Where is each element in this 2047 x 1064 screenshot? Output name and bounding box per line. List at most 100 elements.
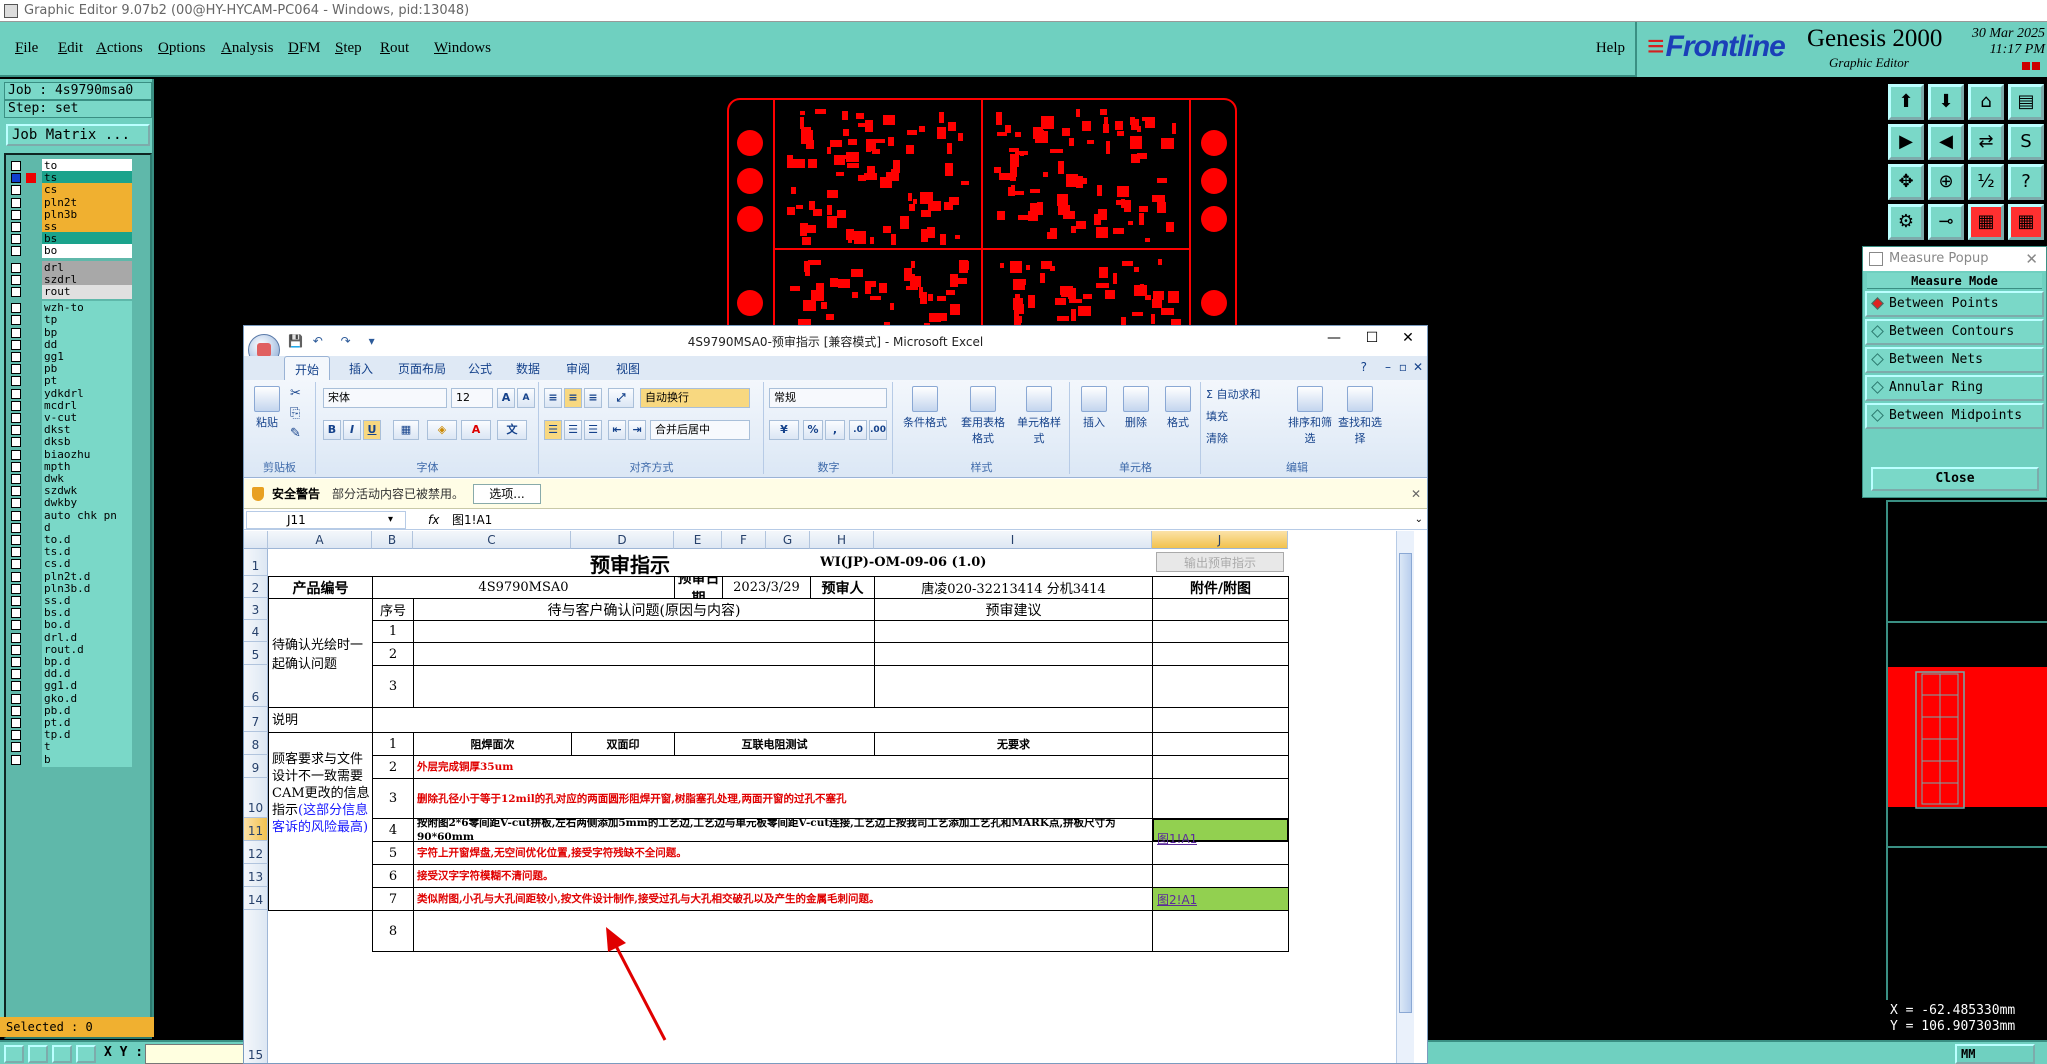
sheet-cell[interactable]: 字符上开窗焊盘,无空间优化位置,接受字符残缺不全问题。 xyxy=(413,841,1153,865)
font-size-select[interactable]: 12 xyxy=(451,388,493,408)
tab-1[interactable]: 插入 xyxy=(349,360,373,377)
percent-icon[interactable]: % xyxy=(803,420,823,440)
measure-option[interactable]: Between Points xyxy=(1865,291,2044,317)
sheet-cell[interactable] xyxy=(413,910,1153,952)
job-matrix-button[interactable]: Job Matrix ... xyxy=(6,124,150,146)
italic-button[interactable]: I xyxy=(343,420,361,440)
layer-checkbox[interactable] xyxy=(11,535,21,545)
layer-checkbox[interactable] xyxy=(11,364,21,375)
customer-requirement-label[interactable]: 顾客要求与文件设计不一致需要CAM更改的信息指示(这部分信息客诉的风险最高) xyxy=(268,732,373,911)
row-header[interactable]: 5 xyxy=(244,642,268,665)
tab-2[interactable]: 页面布局 xyxy=(398,360,446,377)
layer-checkbox[interactable] xyxy=(11,376,21,387)
select-all-corner[interactable] xyxy=(244,531,268,549)
sheet-cell[interactable]: 预审日期 xyxy=(674,576,723,599)
units-button[interactable]: MM xyxy=(1955,1044,2035,1064)
layer-checkbox[interactable] xyxy=(11,449,21,460)
sheet-cell[interactable] xyxy=(1152,864,1289,888)
name-box-dropdown-icon[interactable]: ▾ xyxy=(388,510,393,530)
column-header[interactable]: F xyxy=(722,531,766,549)
layer-checkbox[interactable] xyxy=(11,388,21,399)
sheet-cell[interactable] xyxy=(1152,755,1289,779)
menu-help[interactable]: Help xyxy=(1596,40,1625,57)
layer-checkbox[interactable] xyxy=(11,197,21,208)
toolbar-icon[interactable]: ▦ xyxy=(2008,204,2044,240)
status-tool-4[interactable] xyxy=(76,1045,96,1063)
layer-checkbox[interactable] xyxy=(11,486,21,497)
layer-checkbox[interactable] xyxy=(11,547,21,558)
ribbon-restore-icon[interactable]: ▫ xyxy=(1399,360,1407,374)
find-select-button[interactable]: 查找和选择 xyxy=(1338,386,1382,446)
row-header[interactable]: 1 xyxy=(244,549,268,576)
vertical-scrollbar[interactable] xyxy=(1396,531,1414,1063)
sheet-cell[interactable] xyxy=(874,620,1153,643)
measure-option[interactable]: Annular Ring xyxy=(1865,375,2044,401)
layer-checkbox[interactable] xyxy=(11,209,21,220)
delete-cells-button[interactable]: 删除 xyxy=(1117,386,1155,430)
column-header[interactable]: C xyxy=(413,531,571,549)
tab-5[interactable]: 审阅 xyxy=(566,360,590,377)
sheet-cell[interactable]: 6 xyxy=(372,864,414,888)
row-header[interactable]: 12 xyxy=(244,841,268,864)
column-header[interactable]: H xyxy=(810,531,874,549)
row-header[interactable]: 6 xyxy=(244,665,268,707)
layer-checkbox[interactable] xyxy=(11,583,21,594)
bold-button[interactable]: B xyxy=(323,420,341,440)
sheet-cell[interactable]: 产品编号 xyxy=(268,576,373,599)
sheet-cell[interactable] xyxy=(1152,620,1289,643)
sheet-cell[interactable]: 删除孔径小于等于12mil的孔对应的两面圆形阻焊开窗,树脂塞孔处理,两面开窗的过… xyxy=(413,778,1153,819)
row-header[interactable]: 8 xyxy=(244,732,268,755)
layer-checkbox[interactable] xyxy=(11,754,21,765)
sheet-cell[interactable]: 附件/附图 xyxy=(1152,576,1289,599)
name-box[interactable]: J11 xyxy=(246,511,406,529)
sheet-cell[interactable]: 预审人 xyxy=(810,576,875,599)
layer-checkbox[interactable] xyxy=(11,608,21,619)
layer-checkbox[interactable] xyxy=(11,287,21,297)
minimize-button[interactable]: — xyxy=(1319,330,1349,346)
merge-center-button[interactable]: 合并后居中 xyxy=(650,420,750,440)
sheet-cell[interactable]: 2 xyxy=(372,642,414,666)
sheet-cell[interactable] xyxy=(413,620,875,643)
row-header[interactable]: 10 xyxy=(244,778,268,818)
font-color-icon[interactable]: A xyxy=(461,420,491,440)
row-header[interactable]: 15 xyxy=(244,910,268,1063)
sheet-title[interactable]: 预审指示 xyxy=(268,549,1289,577)
security-close-icon[interactable]: ✕ xyxy=(1411,479,1421,509)
format-painter-icon[interactable]: ✎ xyxy=(290,426,301,441)
borders-icon[interactable]: ▦ xyxy=(393,420,419,440)
layer-checkbox[interactable] xyxy=(11,425,21,436)
sheet-cell[interactable]: 3 xyxy=(372,665,414,708)
layer-checkbox[interactable] xyxy=(11,461,21,472)
toolbar-icon[interactable]: ▤ xyxy=(2008,84,2044,120)
conditional-format-button[interactable]: 条件格式 xyxy=(898,386,952,430)
layer-checkbox[interactable] xyxy=(11,571,21,582)
comma-icon[interactable]: , xyxy=(825,420,845,440)
status-tool-1[interactable] xyxy=(4,1045,24,1063)
align-middle-icon[interactable]: ≡ xyxy=(564,388,582,408)
sheet-cell[interactable]: 按附图2*6零间距V-cut拼板,左右两侧添加5mm的工艺边,工艺边与单元板零间… xyxy=(413,818,1153,842)
align-top-icon[interactable]: ≡ xyxy=(544,388,562,408)
number-format-select[interactable]: 常规 xyxy=(769,388,887,408)
toolbar-icon[interactable]: ⇄ xyxy=(1968,124,2004,160)
row-header[interactable]: 14 xyxy=(244,887,268,910)
sheet-cell[interactable]: 1 xyxy=(372,620,414,643)
help-icon[interactable]: ? xyxy=(1361,360,1367,374)
sheet-cell[interactable]: 待与客户确认问题(原因与内容) xyxy=(413,598,875,621)
layer-checkbox[interactable] xyxy=(11,681,21,692)
layer-row[interactable]: b xyxy=(8,752,148,767)
maximize-button[interactable]: ☐ xyxy=(1357,330,1387,346)
layer-checkbox[interactable] xyxy=(11,474,21,484)
toolbar-icon[interactable]: ⬇ xyxy=(1928,84,1964,120)
fill-button[interactable]: 填充 xyxy=(1206,408,1228,424)
row-header[interactable]: 13 xyxy=(244,864,268,887)
row-header[interactable]: 11 xyxy=(244,818,268,841)
sheet-cell[interactable]: 3 xyxy=(372,778,414,819)
layer-checkbox[interactable] xyxy=(11,274,21,285)
layer-checkbox[interactable] xyxy=(11,315,21,326)
layer-checkbox[interactable] xyxy=(11,246,21,257)
layer-checkbox[interactable] xyxy=(11,632,21,643)
qat-dropdown-icon[interactable]: ▾ xyxy=(369,334,375,348)
scrollbar-thumb[interactable] xyxy=(1399,553,1412,1013)
toolbar-icon[interactable]: ⚙ xyxy=(1888,204,1924,240)
align-right-icon[interactable]: ☰ xyxy=(584,420,602,440)
